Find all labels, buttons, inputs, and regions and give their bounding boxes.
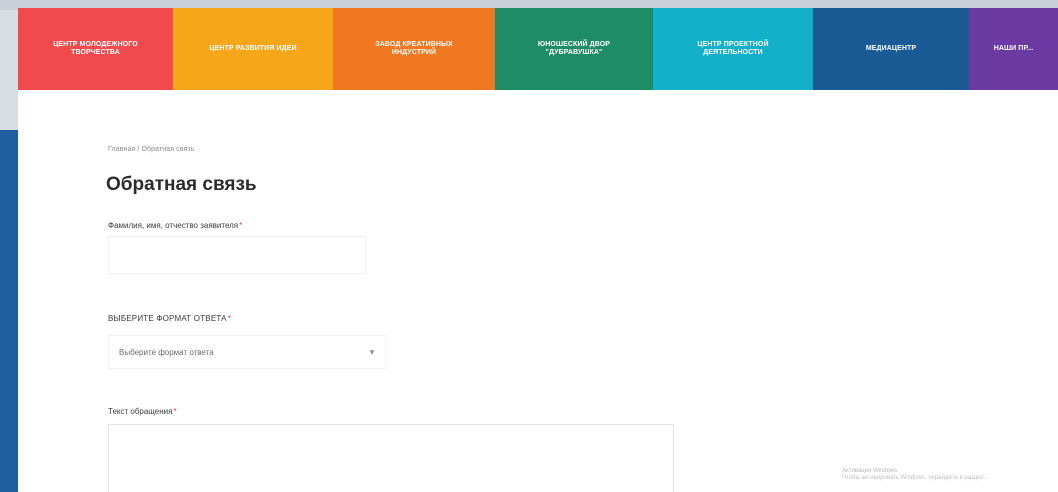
nav-item-idea-center[interactable]: ЦЕНТР РАЗВИТИЯ ИДЕИ: [173, 8, 333, 90]
response-format-label: ВЫБЕРИТЕ ФОРМАТ ОТВЕТА*: [108, 314, 231, 323]
nav-item-project-center[interactable]: ЦЕНТР ПРОЕКТНОЙ ДЕЯТЕЛЬНОСТИ: [653, 8, 813, 90]
faint-notice-line-1: Активация Windows: [842, 467, 898, 474]
nav-item-label: НАШИ ПР...: [993, 44, 1034, 52]
nav-item-label: ЮНОШЕСКИЙ ДВОР "ДУБРАВУШКА": [537, 40, 611, 56]
nav-item-youth-creativity[interactable]: ЦЕНТР МОЛОДЕЖНОГО ТВОРЧЕСТВА: [18, 8, 173, 90]
outer-left-blue-strip: [0, 130, 18, 492]
response-format-label-text: ВЫБЕРИТЕ ФОРМАТ ОТВЕТА: [108, 314, 227, 323]
required-mark: *: [239, 221, 243, 230]
message-label-text: Текст обращения: [108, 407, 173, 416]
chevron-down-icon: ▾: [369, 346, 375, 357]
nav-item-youth-yard[interactable]: ЮНОШЕСКИЙ ДВОР "ДУБРАВУШКА": [495, 8, 653, 90]
applicant-label: Фамилия, имя, отчество заявителя*: [108, 221, 242, 230]
required-mark: *: [173, 407, 177, 416]
required-mark: *: [227, 314, 232, 323]
nav-item-label: ЦЕНТР ПРОЕКТНОЙ ДЕЯТЕЛЬНОСТИ: [697, 40, 769, 56]
nav-item-creative-industries[interactable]: ЗАВОД КРЕАТИВНЫХ ИНДУСТРИЙ: [333, 8, 495, 90]
faint-notice-line-2: Чтобы активировать Windows, перейдите в …: [842, 474, 989, 481]
faint-system-notice: Активация Windows Чтобы активировать Win…: [842, 468, 1052, 482]
top-navigation: ЦЕНТР МОЛОДЕЖНОГО ТВОРЧЕСТВА ЦЕНТР РАЗВИ…: [18, 8, 1058, 90]
response-format-select[interactable]: Выберите формат ответа ▾: [108, 335, 386, 369]
message-label: Текст обращения*: [108, 407, 177, 416]
response-format-selected-value: Выберите формат ответа: [119, 347, 214, 357]
nav-item-label: ЦЕНТР МОЛОДЕЖНОГО ТВОРЧЕСТВА: [53, 40, 138, 56]
nav-item-label: ЗАВОД КРЕАТИВНЫХ ИНДУСТРИЙ: [375, 40, 453, 56]
nav-item-our-projects[interactable]: НАШИ ПР...: [969, 8, 1058, 90]
applicant-input[interactable]: [108, 236, 366, 274]
applicant-label-text: Фамилия, имя, отчество заявителя: [108, 221, 239, 230]
message-textarea[interactable]: [108, 424, 674, 492]
nav-item-label: МЕДИАЦЕНТР: [865, 44, 917, 52]
breadcrumb[interactable]: Главная / Обратная связь: [108, 146, 194, 153]
nav-item-media-center[interactable]: МЕДИАЦЕНТР: [813, 8, 969, 90]
page-title: Обратная связь: [106, 174, 257, 195]
nav-item-label: ЦЕНТР РАЗВИТИЯ ИДЕИ: [209, 44, 297, 52]
page: ЦЕНТР МОЛОДЕЖНОГО ТВОРЧЕСТВА ЦЕНТР РАЗВИ…: [18, 8, 1058, 492]
